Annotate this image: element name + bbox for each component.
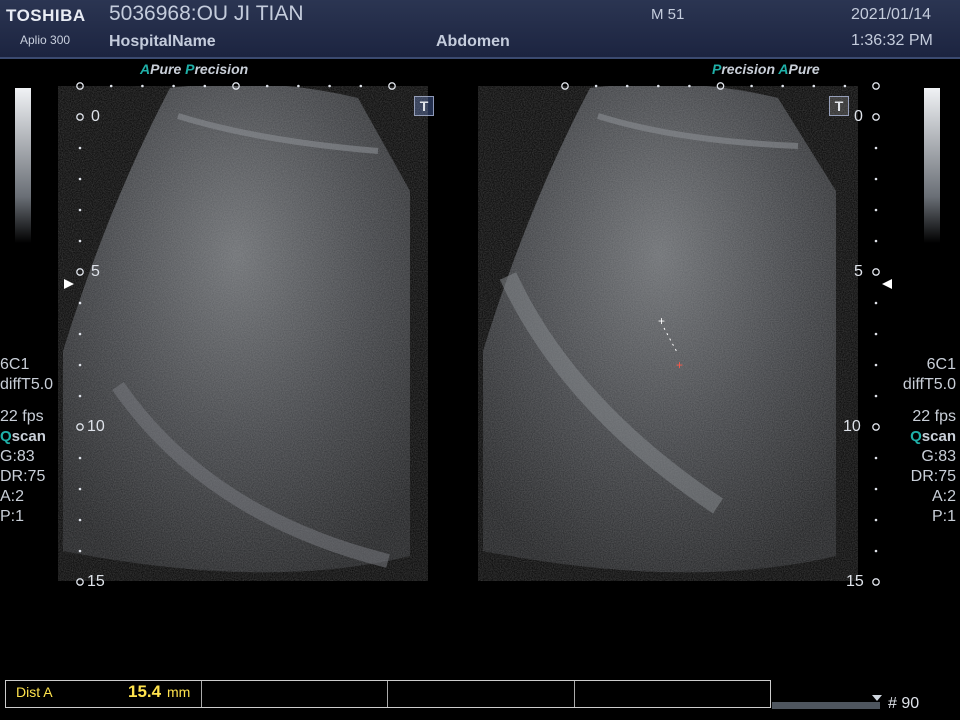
left-depth-tick bbox=[78, 146, 82, 150]
right-lateral-tick bbox=[843, 84, 847, 88]
left-depth-tick bbox=[76, 578, 84, 586]
right-depth-tick bbox=[874, 549, 878, 553]
right-depth-tick bbox=[874, 487, 878, 491]
left-lateral-tick bbox=[76, 82, 84, 90]
right-depth-tick bbox=[874, 363, 878, 367]
measurement-empty-cell bbox=[201, 681, 388, 707]
right-depth-tick bbox=[874, 301, 878, 305]
left-depth-tick bbox=[78, 208, 82, 212]
right-depth-tick bbox=[872, 113, 880, 121]
right-lateral-tick bbox=[657, 84, 660, 88]
left-depth-tick bbox=[78, 487, 82, 491]
measurement-cell: Dist A 15.4 mm bbox=[6, 681, 202, 707]
cine-marker-icon bbox=[872, 695, 882, 701]
left-depth-tick bbox=[76, 423, 84, 431]
cine-progress-bar[interactable] bbox=[772, 702, 880, 709]
frame-counter: # 90 bbox=[888, 695, 920, 712]
left-depth-tick bbox=[78, 239, 82, 243]
right-depth-tick bbox=[872, 578, 880, 586]
left-lateral-tick bbox=[232, 82, 240, 90]
right-lateral-tick bbox=[561, 82, 569, 90]
measure-unit: mm bbox=[167, 684, 191, 700]
scale-dots-overlay bbox=[76, 82, 880, 586]
right-lateral-tick bbox=[812, 84, 816, 88]
right-depth-tick bbox=[874, 177, 878, 181]
left-depth-tick bbox=[78, 518, 82, 522]
left-depth-tick bbox=[78, 394, 82, 398]
left-lateral-tick bbox=[203, 84, 207, 88]
left-lateral-tick bbox=[328, 84, 331, 88]
right-depth-tick bbox=[872, 268, 880, 276]
left-depth-tick bbox=[76, 113, 84, 121]
left-depth-tick bbox=[78, 363, 82, 367]
right-lateral-tick bbox=[716, 82, 725, 90]
right-depth-tick bbox=[872, 423, 880, 431]
right-depth-tick bbox=[874, 239, 878, 243]
right-lateral-tick bbox=[781, 84, 784, 88]
left-depth-tick bbox=[78, 301, 82, 305]
right-depth-tick bbox=[874, 456, 878, 460]
left-lateral-tick bbox=[297, 84, 300, 88]
right-depth-tick bbox=[874, 518, 878, 522]
measurement-empty-cell bbox=[387, 681, 575, 707]
left-depth-tick bbox=[76, 268, 84, 276]
measure-label: Dist A bbox=[16, 684, 53, 700]
left-depth-tick bbox=[78, 177, 82, 181]
left-lateral-tick bbox=[265, 84, 269, 88]
right-depth-tick bbox=[874, 146, 878, 150]
right-depth-tick bbox=[874, 332, 878, 336]
left-lateral-tick bbox=[141, 84, 144, 88]
right-lateral-tick bbox=[872, 82, 880, 90]
left-lateral-tick bbox=[359, 84, 363, 88]
right-depth-tick bbox=[874, 394, 878, 398]
right-lateral-tick bbox=[688, 84, 691, 88]
left-depth-tick bbox=[78, 332, 82, 336]
measurement-table: Dist A 15.4 mm bbox=[5, 680, 771, 708]
right-lateral-tick bbox=[625, 84, 629, 88]
right-lateral-tick bbox=[594, 84, 598, 88]
measure-value: 15.4 bbox=[128, 682, 162, 701]
left-depth-tick bbox=[78, 549, 82, 553]
left-lateral-tick bbox=[172, 84, 175, 88]
measurement-empty-cell bbox=[574, 681, 770, 707]
left-lateral-tick bbox=[109, 84, 113, 88]
right-lateral-tick bbox=[750, 84, 753, 88]
right-depth-tick bbox=[874, 208, 878, 212]
left-lateral-tick bbox=[388, 82, 396, 90]
left-depth-tick bbox=[78, 456, 82, 460]
